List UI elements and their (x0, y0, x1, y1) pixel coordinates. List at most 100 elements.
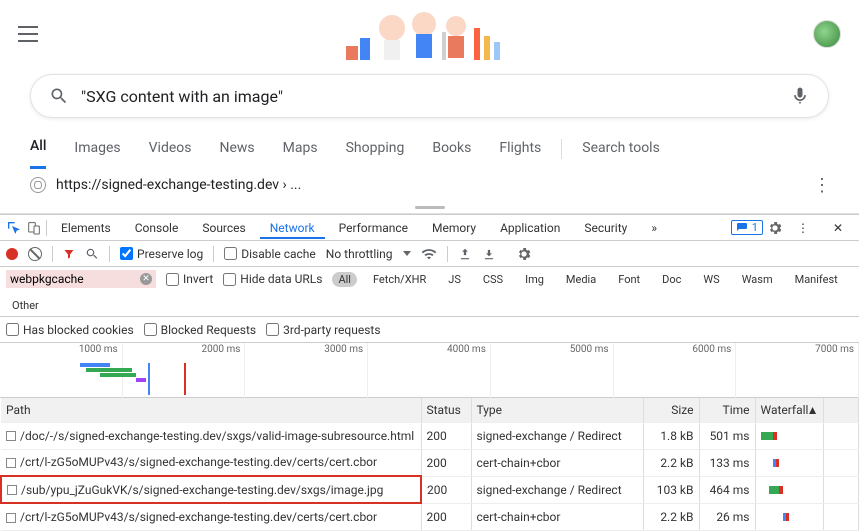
type-js[interactable]: JS (442, 272, 467, 287)
cell-waterfall (755, 503, 823, 530)
cell-waterfall (755, 422, 823, 449)
filter-input[interactable] (6, 270, 156, 288)
blocked-requests-checkbox[interactable]: Blocked Requests (144, 323, 256, 337)
panel-performance[interactable]: Performance (329, 217, 418, 239)
search-box[interactable] (30, 74, 829, 118)
cell-path: /crt/l-zG5oMUPv43/s/signed-exchange-test… (1, 449, 421, 476)
cell-time: 26 ms (699, 503, 755, 530)
devtools-more-icon[interactable]: ⋮ (787, 217, 819, 239)
cell-path: /crt/l-zG5oMUPv43/s/signed-exchange-test… (1, 503, 421, 530)
has-blocked-cookies-checkbox[interactable]: Has blocked cookies (6, 323, 134, 337)
tab-videos[interactable]: Videos (149, 130, 192, 168)
col-size[interactable]: Size (643, 398, 699, 422)
row-checkbox[interactable] (6, 513, 16, 523)
tab-all[interactable]: All (30, 128, 46, 169)
network-settings-icon[interactable] (516, 246, 532, 262)
filter-input-wrap[interactable]: ✕ (6, 270, 156, 288)
menu-icon[interactable] (18, 26, 38, 42)
network-overview-timeline[interactable]: 1000 ms 2000 ms 3000 ms 4000 ms 5000 ms … (0, 343, 859, 398)
tab-flights[interactable]: Flights (499, 130, 541, 168)
tab-search-tools[interactable]: Search tools (582, 130, 660, 168)
table-header-row: Path Status Type Size Time Waterfall ▲ (1, 398, 859, 422)
network-conditions-icon[interactable] (421, 246, 437, 262)
preserve-log-checkbox[interactable]: Preserve log (120, 247, 203, 261)
row-checkbox[interactable] (7, 485, 17, 495)
panel-console[interactable]: Console (125, 217, 189, 239)
type-ws[interactable]: WS (697, 272, 725, 287)
invert-checkbox[interactable]: Invert (166, 272, 213, 286)
type-font[interactable]: Font (612, 272, 646, 287)
more-options-icon[interactable]: ⋮ (813, 175, 829, 196)
table-row[interactable]: /crt/l-zG5oMUPv43/s/signed-exchange-test… (1, 449, 859, 476)
row-checkbox[interactable] (6, 458, 16, 468)
cell-size: 2.2 kB (643, 503, 699, 530)
panel-application[interactable]: Application (490, 217, 570, 239)
panel-elements[interactable]: Elements (51, 217, 121, 239)
cell-time: 501 ms (699, 422, 755, 449)
google-doodle[interactable] (346, 6, 506, 62)
panel-sources[interactable]: Sources (192, 217, 255, 239)
table-row[interactable]: /sub/ypu_jZuGukVK/s/signed-exchange-test… (1, 476, 859, 503)
tick: 6000 ms (614, 343, 737, 398)
panel-more[interactable]: » (641, 217, 667, 239)
cell-size: 1.8 kB (643, 422, 699, 449)
hide-data-urls-checkbox[interactable]: Hide data URLs (223, 272, 322, 286)
cell-waterfall (755, 449, 823, 476)
cell-time: 133 ms (699, 449, 755, 476)
type-other[interactable]: Other (6, 298, 45, 313)
type-media[interactable]: Media (560, 272, 602, 287)
device-toggle-icon[interactable] (26, 220, 42, 236)
record-button[interactable] (6, 248, 18, 260)
clear-filter-icon[interactable]: ✕ (140, 273, 152, 285)
col-waterfall[interactable]: Waterfall ▲ (755, 398, 823, 422)
cell-type: signed-exchange / Redirect (471, 422, 643, 449)
search-category-tabs: All Images Videos News Maps Shopping Boo… (0, 128, 859, 169)
cell-type: cert-chain+cbor (471, 503, 643, 530)
tab-maps[interactable]: Maps (283, 130, 318, 168)
panel-security[interactable]: Security (574, 217, 637, 239)
row-checkbox[interactable] (6, 431, 16, 441)
panel-memory[interactable]: Memory (422, 217, 486, 239)
devtools-resize-handle[interactable] (0, 201, 859, 213)
tab-books[interactable]: Books (432, 130, 471, 168)
settings-icon[interactable] (767, 220, 783, 236)
cell-status: 200 (421, 449, 471, 476)
type-manifest[interactable]: Manifest (789, 272, 844, 287)
col-type[interactable]: Type (471, 398, 643, 422)
type-css[interactable]: CSS (477, 272, 509, 287)
inspect-icon[interactable] (6, 220, 22, 236)
clear-button[interactable] (28, 247, 42, 261)
search-input[interactable] (81, 87, 790, 106)
type-all[interactable]: All (332, 272, 357, 287)
panel-network[interactable]: Network (260, 217, 325, 239)
col-time[interactable]: Time (699, 398, 755, 422)
issues-badge[interactable]: 1 (731, 220, 763, 235)
devtools-tabs: Elements Console Sources Network Perform… (0, 215, 859, 241)
google-search-header: All Images Videos News Maps Shopping Boo… (0, 0, 859, 214)
table-row[interactable]: /doc/-/s/signed-exchange-testing.dev/sxg… (1, 422, 859, 449)
type-fetchxhr[interactable]: Fetch/XHR (367, 272, 432, 287)
type-img[interactable]: Img (519, 272, 550, 287)
type-wasm[interactable]: Wasm (736, 272, 779, 287)
result-url: https://signed-exchange-testing.dev › ..… (56, 177, 301, 193)
disable-cache-checkbox[interactable]: Disable cache (224, 247, 316, 261)
filter-icon[interactable] (63, 248, 75, 260)
globe-icon (30, 177, 46, 193)
table-row[interactable]: /crt/l-zG5oMUPv43/s/signed-exchange-test… (1, 503, 859, 530)
throttling-select[interactable]: No throttling (326, 247, 411, 261)
search-result-row[interactable]: https://signed-exchange-testing.dev › ..… (0, 169, 859, 201)
col-path[interactable]: Path (1, 398, 421, 422)
download-har-icon[interactable] (482, 247, 496, 261)
col-status[interactable]: Status (421, 398, 471, 422)
type-doc[interactable]: Doc (656, 272, 687, 287)
upload-har-icon[interactable] (458, 247, 472, 261)
mic-icon[interactable] (790, 86, 810, 106)
devtools-panel: Elements Console Sources Network Perform… (0, 214, 859, 531)
tab-images[interactable]: Images (74, 130, 120, 168)
profile-avatar[interactable] (813, 20, 841, 48)
third-party-checkbox[interactable]: 3rd-party requests (266, 323, 380, 337)
tab-shopping[interactable]: Shopping (346, 130, 405, 168)
devtools-close-icon[interactable]: ✕ (823, 217, 853, 239)
tab-news[interactable]: News (220, 130, 255, 168)
search-icon[interactable] (85, 247, 99, 261)
